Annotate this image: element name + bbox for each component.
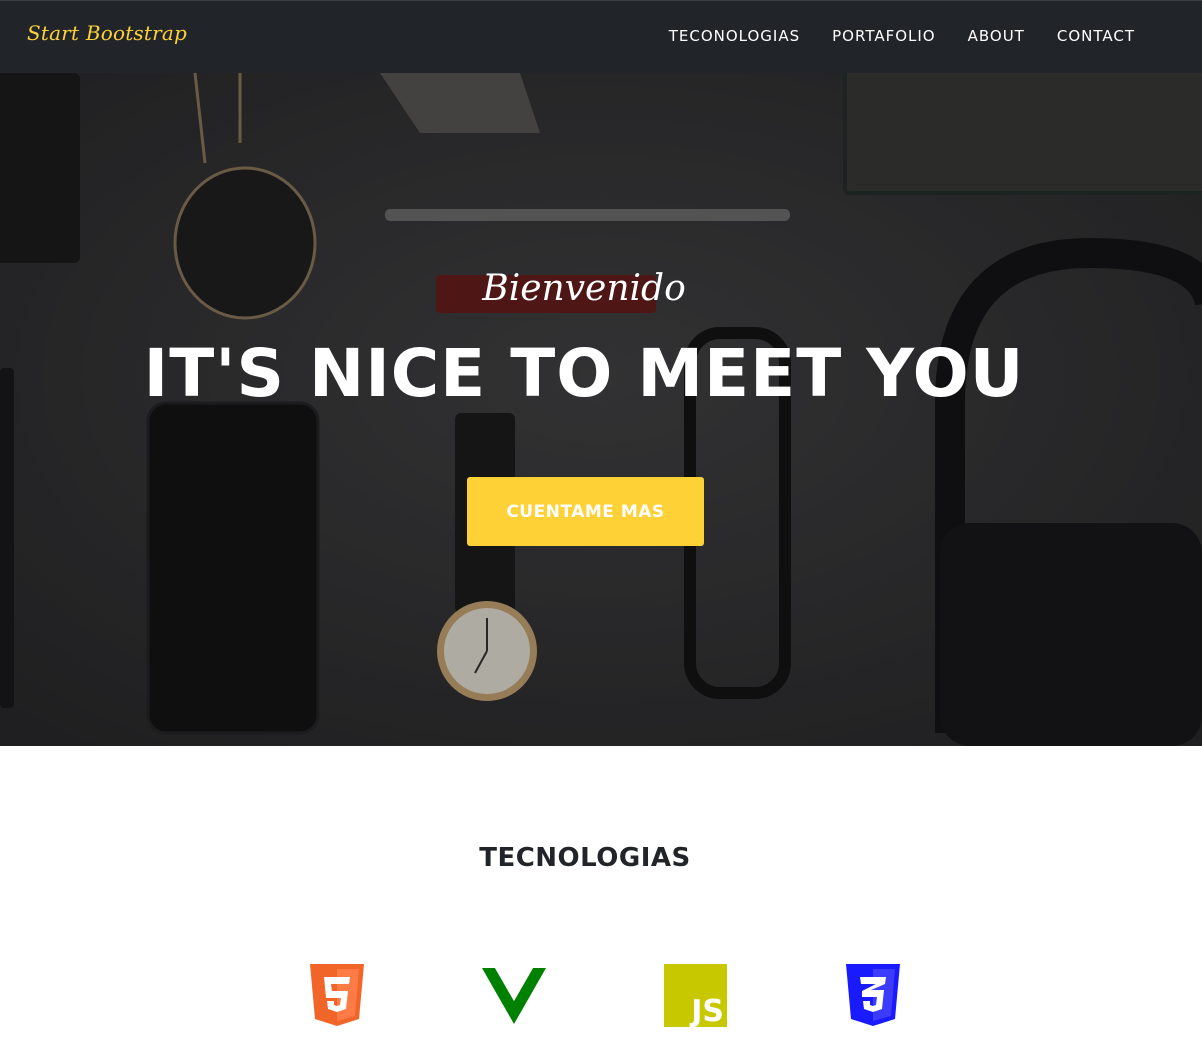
js-icon: JS xyxy=(664,964,727,1027)
tell-me-more-button[interactable]: CUENTAME MAS xyxy=(467,477,704,546)
section-title: TECNOLOGIAS xyxy=(479,843,691,873)
js-icon-label: JS xyxy=(689,994,724,1027)
html5-icon xyxy=(310,964,364,1026)
technologies-section: TECNOLOGIAS JS xyxy=(0,746,1202,1040)
nav-item-portafolio[interactable]: PORTAFOLIO xyxy=(832,27,935,45)
hero-section: Bienvenido IT'S NICE TO MEET YOU CUENTAM… xyxy=(0,73,1202,746)
css3-icon xyxy=(846,964,900,1026)
brand-logo[interactable]: Start Bootstrap xyxy=(27,21,187,45)
nav-menu: TECONOLOGIAS PORTAFOLIO ABOUT CONTACT xyxy=(637,27,1135,45)
hero-heading: IT'S NICE TO MEET YOU xyxy=(143,335,1025,412)
nav-item-about[interactable]: ABOUT xyxy=(968,27,1025,45)
vue-icon xyxy=(482,968,546,1024)
nav-item-tecnologias[interactable]: TECONOLOGIAS xyxy=(669,27,800,45)
hero-content: Bienvenido IT'S NICE TO MEET YOU CUENTAM… xyxy=(0,73,1202,746)
main-navbar: Start Bootstrap TECONOLOGIAS PORTAFOLIO … xyxy=(0,0,1202,73)
hero-lead-in: Bienvenido xyxy=(482,268,686,309)
nav-item-contact[interactable]: CONTACT xyxy=(1057,27,1135,45)
